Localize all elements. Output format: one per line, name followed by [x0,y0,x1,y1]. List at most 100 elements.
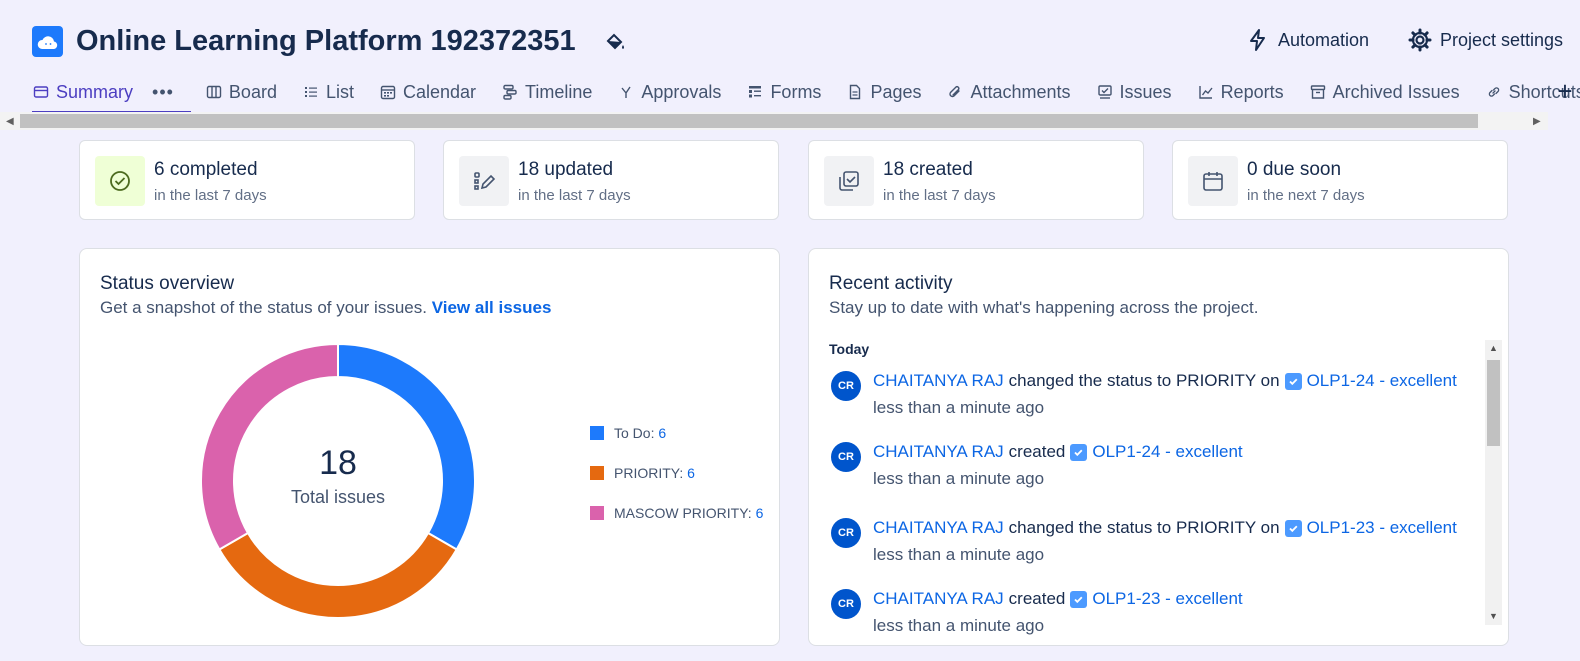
avatar[interactable]: CR [831,371,861,401]
board-icon [206,85,222,99]
tab-board[interactable]: Board [193,73,290,111]
stat-card-created[interactable]: 18 created in the last 7 days [808,140,1144,220]
scrollbar-thumb[interactable] [20,114,1478,128]
activity-group-label: Today [829,341,870,357]
chart-legend: To Do: 6 PRIORITY: 6 MASCOW PRIORITY: 6 [590,425,765,545]
stat-card-due-soon[interactable]: 0 due soon in the next 7 days [1172,140,1508,220]
legend-swatch [590,426,604,440]
tab-label: Board [228,81,277,102]
scroll-up-arrow-icon[interactable]: ▲ [1489,343,1498,353]
check-circle-icon [95,156,145,206]
activity-text: CHAITANYA RAJ changed the status to PRIO… [873,518,1457,538]
legend-swatch [590,466,604,480]
task-checkbox-icon [1070,590,1088,608]
task-checkbox-icon [1284,372,1302,390]
tab-reports[interactable]: Reports [1185,73,1297,111]
avatar[interactable]: CR [831,518,861,548]
gear-icon [1408,28,1432,52]
status-overview-panel: Status overview Get a snapshot of the st… [79,248,780,646]
horizontal-scrollbar[interactable]: ◀ ▶ [0,112,1548,130]
donut-slice-to-do[interactable] [337,343,476,551]
recent-activity-description: Stay up to date with what's happening ac… [829,298,1259,317]
status-overview-title: Status overview [100,273,235,294]
donut-slice-mascow-priority[interactable] [200,343,339,551]
activity-time: less than a minute ago [873,469,1045,488]
view-all-issues-link[interactable]: View all issues [432,298,552,317]
avatar[interactable]: CR [831,589,861,619]
stat-caption: in the last 7 days [883,187,996,204]
tab-summary[interactable]: Summary ••• [20,73,191,113]
tab-issues[interactable]: Issues [1084,73,1185,111]
user-link[interactable]: CHAITANYA RAJ [873,589,1004,609]
tab-timeline[interactable]: Timeline [489,73,605,111]
legend-label: PRIORITY: 6 [614,465,695,481]
scrollbar-thumb[interactable] [1487,360,1500,446]
stat-card-updated[interactable]: 18 updated in the last 7 days [443,140,779,220]
tab-attachments[interactable]: Attachments [934,73,1083,111]
add-tab-button[interactable]: + [1550,76,1580,106]
status-overview-text: Get a snapshot of the status of your iss… [100,298,427,317]
tab-pages[interactable]: Pages [834,73,934,111]
activity-text: CHAITANYA RAJ created OLP1-23 - excellen… [873,589,1243,609]
lightning-icon [1250,29,1265,51]
legend-count[interactable]: 6 [687,465,695,481]
scroll-down-arrow-icon[interactable]: ▼ [1489,611,1498,621]
calendar-icon [380,85,396,100]
user-link[interactable]: CHAITANYA RAJ [873,518,1004,538]
tab-label: Calendar [402,81,477,102]
page-title: Online Learning Platform 192372351 [76,25,576,57]
task-checkbox-icon [1284,519,1302,537]
avatar[interactable]: CR [831,442,861,472]
tab-label: Timeline [525,81,593,102]
project-header: Online Learning Platform 192372351 Autom… [0,0,1580,80]
project-cloud-icon[interactable] [32,26,63,57]
reports-icon [1198,86,1213,99]
tab-label: Approvals [641,81,722,102]
tab-approvals[interactable]: Approvals [605,73,734,111]
legend-item[interactable]: PRIORITY: 6 [590,465,765,481]
issue-link[interactable]: OLP1-23 - excellent [1307,518,1457,538]
legend-category: PRIORITY: [614,465,688,481]
tab-label: Archived Issues [1332,81,1460,102]
tab-forms[interactable]: Forms [734,73,834,111]
tab-calendar[interactable]: Calendar [367,73,489,111]
tab-archived-issues[interactable]: Archived Issues [1297,73,1473,111]
activity-time: less than a minute ago [873,616,1045,635]
forms-icon [749,86,762,98]
approvals-icon [621,86,631,98]
list-icon [304,87,317,97]
summary-icon [33,86,49,98]
stat-caption: in the next 7 days [1247,187,1365,204]
activity-time: less than a minute ago [873,398,1045,417]
automation-label: Automation [1278,29,1370,50]
user-link[interactable]: CHAITANYA RAJ [873,371,1004,391]
issue-link[interactable]: OLP1-23 - excellent [1092,589,1242,609]
legend-category: To Do: [614,425,659,441]
scroll-left-arrow-icon[interactable]: ◀ [6,116,14,127]
tab-list[interactable]: List [290,73,367,111]
recent-activity-panel: Recent activity Stay up to date with wha… [808,248,1509,646]
legend-item[interactable]: To Do: 6 [590,425,765,441]
legend-count[interactable]: 6 [658,425,666,441]
activity-scrollbar[interactable]: ▲ ▼ [1485,340,1502,625]
issue-link[interactable]: OLP1-24 - excellent [1307,371,1457,391]
legend-count[interactable]: 6 [756,505,764,521]
legend-category: MASCOW PRIORITY: [614,505,756,521]
activity-action: changed the status to PRIORITY on [1008,518,1280,537]
tab-label: Summary [56,81,134,102]
activity-time: less than a minute ago [873,545,1045,564]
stat-value: 6 completed [154,159,258,180]
more-options-icon[interactable]: ••• [152,82,174,103]
automation-button[interactable]: Automation [1246,28,1369,52]
user-link[interactable]: CHAITANYA RAJ [873,442,1004,462]
stat-card-completed[interactable]: 6 completed in the last 7 days [79,140,415,220]
recent-activity-title: Recent activity [829,273,953,294]
scroll-right-arrow-icon[interactable]: ▶ [1533,116,1541,127]
edit-icon [459,156,509,206]
paint-bucket-icon[interactable] [604,31,626,53]
project-settings-button[interactable]: Project settings [1408,28,1563,52]
donut-slice-priority[interactable] [217,531,459,619]
issue-link[interactable]: OLP1-24 - excellent [1092,442,1242,462]
stat-value: 0 due soon [1247,159,1342,180]
legend-item[interactable]: MASCOW PRIORITY: 6 [590,505,765,521]
